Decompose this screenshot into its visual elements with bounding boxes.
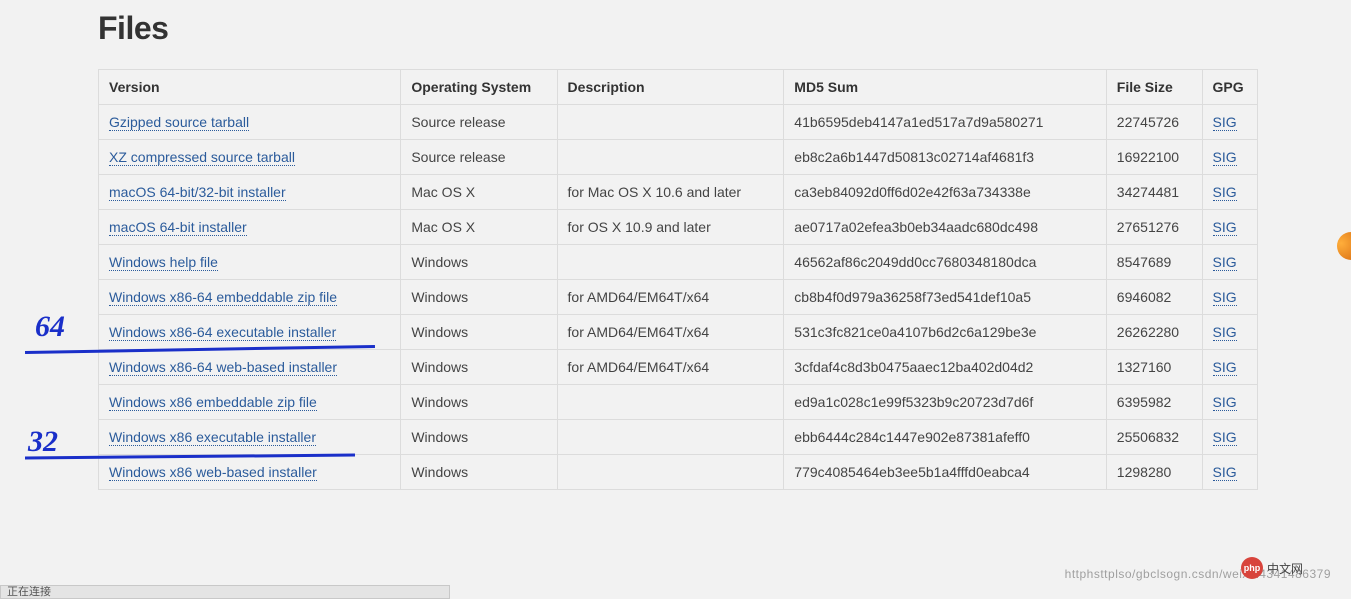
col-md5: MD5 Sum <box>784 70 1107 105</box>
cell-os: Windows <box>401 455 557 490</box>
cell-md5: 779c4085464eb3ee5b1a4fffd0eabca4 <box>784 455 1107 490</box>
download-link[interactable]: Windows x86-64 web-based installer <box>109 359 337 376</box>
cell-os: Windows <box>401 420 557 455</box>
cell-size: 6946082 <box>1106 280 1202 315</box>
table-row: macOS 64-bit installer Mac OS Xfor OS X 1… <box>99 210 1258 245</box>
table-row: Gzipped source tarball Source release 41b6… <box>99 105 1258 140</box>
download-link[interactable]: Windows x86-64 embeddable zip file <box>109 289 337 306</box>
sig-link[interactable]: SIG <box>1213 114 1237 131</box>
cell-md5: 41b6595deb4147a1ed517a7d9a580271 <box>784 105 1107 140</box>
cell-os: Windows <box>401 385 557 420</box>
sig-link[interactable]: SIG <box>1213 219 1237 236</box>
cell-size: 8547689 <box>1106 245 1202 280</box>
files-section: Files Version Operating System Descripti… <box>98 0 1258 490</box>
cell-size: 25506832 <box>1106 420 1202 455</box>
cell-size: 1298280 <box>1106 455 1202 490</box>
col-os: Operating System <box>401 70 557 105</box>
page-title: Files <box>98 10 1258 47</box>
sig-link[interactable]: SIG <box>1213 254 1237 271</box>
cell-desc <box>557 385 784 420</box>
cell-size: 27651276 <box>1106 210 1202 245</box>
sig-link[interactable]: SIG <box>1213 429 1237 446</box>
cell-md5: eb8c2a6b1447d50813c02714af4681f3 <box>784 140 1107 175</box>
cell-os: Source release <box>401 105 557 140</box>
cell-desc <box>557 140 784 175</box>
cell-size: 1327160 <box>1106 350 1202 385</box>
table-row: Windows x86-64 executable installer Windo… <box>99 315 1258 350</box>
files-table: Version Operating System Description MD5… <box>98 69 1258 490</box>
logo-text: 中文网 <box>1267 560 1303 577</box>
cell-md5: ebb6444c284c1447e902e87381afeff0 <box>784 420 1107 455</box>
cell-size: 26262280 <box>1106 315 1202 350</box>
cell-desc: for OS X 10.9 and later <box>557 210 784 245</box>
download-link[interactable]: Windows x86-64 executable installer <box>109 324 336 341</box>
sig-link[interactable]: SIG <box>1213 324 1237 341</box>
sig-link[interactable]: SIG <box>1213 394 1237 411</box>
download-link[interactable]: macOS 64-bit installer <box>109 219 247 236</box>
cell-size: 16922100 <box>1106 140 1202 175</box>
table-row: Windows x86-64 embeddable zip file Window… <box>99 280 1258 315</box>
sig-link[interactable]: SIG <box>1213 149 1237 166</box>
cell-os: Mac OS X <box>401 210 557 245</box>
cell-md5: ed9a1c028c1e99f5323b9c20723d7d6f <box>784 385 1107 420</box>
cell-desc: for AMD64/EM64T/x64 <box>557 280 784 315</box>
table-row: Windows x86 executable installer Windows e… <box>99 420 1258 455</box>
table-row: macOS 64-bit/32-bit installer Mac OS Xfor… <box>99 175 1258 210</box>
cell-md5: cb8b4f0d979a36258f73ed541def10a5 <box>784 280 1107 315</box>
table-row: Windows x86 web-based installer Windows 77… <box>99 455 1258 490</box>
cell-md5: ae0717a02efea3b0eb34aadc680dc498 <box>784 210 1107 245</box>
cell-md5: 531c3fc821ce0a4107b6d2c6a129be3e <box>784 315 1107 350</box>
cell-os: Mac OS X <box>401 175 557 210</box>
download-link[interactable]: Windows x86 web-based installer <box>109 464 317 481</box>
table-header-row: Version Operating System Description MD5… <box>99 70 1258 105</box>
sig-link[interactable]: SIG <box>1213 184 1237 201</box>
cell-os: Windows <box>401 280 557 315</box>
cell-md5: ca3eb84092d0ff6d02e42f63a734338e <box>784 175 1107 210</box>
table-row: Windows x86 embeddable zip file Windows ed… <box>99 385 1258 420</box>
cell-md5: 3cfdaf4c8d3b0475aaec12ba402d04d2 <box>784 350 1107 385</box>
cell-size: 22745726 <box>1106 105 1202 140</box>
cell-desc <box>557 245 784 280</box>
cell-size: 34274481 <box>1106 175 1202 210</box>
browser-status-bar: 正在连接 <box>0 585 450 599</box>
cell-desc: for Mac OS X 10.6 and later <box>557 175 784 210</box>
sig-link[interactable]: SIG <box>1213 464 1237 481</box>
cell-desc <box>557 105 784 140</box>
cell-desc: for AMD64/EM64T/x64 <box>557 315 784 350</box>
download-link[interactable]: Windows help file <box>109 254 218 271</box>
col-desc: Description <box>557 70 784 105</box>
site-logo: php 中文网 <box>1241 557 1303 579</box>
annotation-64-label: 64 <box>35 310 65 344</box>
cell-desc <box>557 420 784 455</box>
cell-os: Source release <box>401 140 557 175</box>
table-row: XZ compressed source tarball Source relea… <box>99 140 1258 175</box>
annotation-32-label: 32 <box>28 425 58 459</box>
sig-link[interactable]: SIG <box>1213 289 1237 306</box>
cell-size: 6395982 <box>1106 385 1202 420</box>
col-gpg: GPG <box>1202 70 1257 105</box>
download-link[interactable]: XZ compressed source tarball <box>109 149 295 166</box>
table-row: Windows help file Windows 46562af86c2049dd… <box>99 245 1258 280</box>
download-link[interactable]: Windows x86 embeddable zip file <box>109 394 317 411</box>
sig-link[interactable]: SIG <box>1213 359 1237 376</box>
cell-md5: 46562af86c2049dd0cc7680348180dca <box>784 245 1107 280</box>
side-widget-icon[interactable] <box>1337 232 1351 260</box>
download-link[interactable]: Gzipped source tarball <box>109 114 249 131</box>
cell-desc: for AMD64/EM64T/x64 <box>557 350 784 385</box>
col-size: File Size <box>1106 70 1202 105</box>
logo-badge-icon: php <box>1241 557 1263 579</box>
cell-os: Windows <box>401 245 557 280</box>
download-link[interactable]: Windows x86 executable installer <box>109 429 316 446</box>
download-link[interactable]: macOS 64-bit/32-bit installer <box>109 184 286 201</box>
col-version: Version <box>99 70 401 105</box>
cell-desc <box>557 455 784 490</box>
table-row: Windows x86-64 web-based installer Window… <box>99 350 1258 385</box>
cell-os: Windows <box>401 315 557 350</box>
cell-os: Windows <box>401 350 557 385</box>
